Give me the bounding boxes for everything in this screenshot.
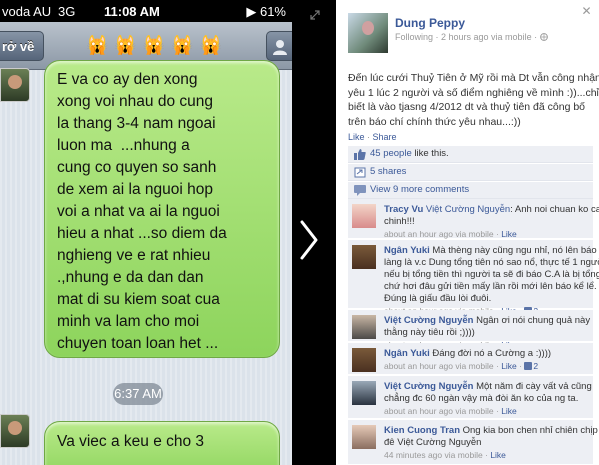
viewer-gutter (292, 0, 336, 465)
post-actions: Like · Share (348, 132, 397, 142)
comment-item: Tracy Vu Việt Cường Nguyễn: Anh noi chua… (348, 199, 599, 241)
phone-status-bar: voda AU 3G 11:08 AM ▶ 61% (0, 0, 292, 22)
likes-summary-row: 45 people like this. (348, 146, 593, 163)
commenter-name[interactable]: Việt Cường Nguyễn (384, 315, 473, 326)
post-caption: Đến lúc cưới Thuỷ Tiên ở Mỹ rồi mà Dt vẫ… (348, 72, 599, 128)
share-link[interactable]: Share (373, 132, 397, 142)
photo-info-panel: ✕ Dung Peppy Following · 2 hours ago via… (336, 0, 599, 465)
carrier-label: voda AU (2, 4, 52, 19)
comment-body: Ngân Yuki Đáng đời nó a Cường a :)))) ab… (384, 348, 589, 373)
message-bubble: E va co ay den xong xong voi nhau do cun… (44, 60, 280, 358)
commenter-name[interactable]: Ngân Yuki (384, 348, 430, 359)
conversation-title: 🙀🙀🙀🙀🙀 (86, 35, 229, 55)
commenter-avatar[interactable] (352, 348, 376, 372)
back-button[interactable]: rở về (0, 31, 44, 61)
comment-meta: 44 minutes ago via mobile · Like (384, 450, 506, 460)
shares-link[interactable]: 5 shares (370, 166, 406, 177)
comment-item: Việt Cường Nguyễn Một năm đi cày vất vả … (348, 376, 593, 419)
close-icon[interactable]: ✕ (580, 5, 593, 18)
commenter-name[interactable]: Việt Cường Nguyễn (384, 381, 473, 392)
comment-item: Việt Cường Nguyễn Ngân ơi nói chung quả … (348, 310, 593, 350)
comment-like-link[interactable]: Like (501, 361, 517, 371)
comment-body: Kien Cuong Tran Ong kia bon chen nhỉ chi… (384, 425, 598, 462)
post-meta: Following · 2 hours ago via mobile · (395, 32, 548, 42)
tagged-user[interactable]: Việt Cường Nguyễn (423, 204, 510, 215)
clock-label: 11:08 AM (104, 4, 160, 19)
sender-avatar (0, 414, 30, 448)
comment-meta: about an hour ago via mobile · Like (384, 229, 517, 239)
audience-globe-icon (539, 33, 548, 41)
person-icon (273, 40, 287, 55)
like-link[interactable]: Like (348, 132, 365, 142)
comment-item: Ngân Yuki Mà thèng này cũng ngu nhỉ, nó … (348, 240, 599, 316)
comment-meta: about an hour ago via mobile · Like (384, 406, 517, 416)
photo-phone-screenshot[interactable]: voda AU 3G 11:08 AM ▶ 61% rở về 🙀🙀🙀🙀🙀 E … (0, 0, 292, 465)
sender-avatar (0, 68, 30, 102)
contact-button[interactable] (266, 31, 292, 61)
network-label: 3G (58, 4, 76, 19)
commenter-name[interactable]: Tracy Vu (384, 204, 423, 215)
comment-time: 44 minutes ago via mobile · (384, 450, 491, 460)
comment-time: about an hour ago via mobile · (384, 361, 502, 371)
comment-time: about an hour ago via mobile · (384, 406, 502, 416)
comment-like-link[interactable]: Like (501, 229, 517, 239)
view-more-comments-link[interactable]: View 9 more comments (370, 184, 469, 195)
commenter-avatar[interactable] (352, 381, 376, 405)
commenter-avatar[interactable] (352, 425, 376, 449)
next-photo-arrow-icon[interactable] (296, 218, 322, 262)
commenter-avatar[interactable] (352, 315, 376, 339)
comment-time: about an hour ago via mobile · (384, 229, 502, 239)
commenter-avatar[interactable] (352, 245, 376, 269)
shares-summary-row: 5 shares (348, 164, 593, 181)
photo-viewer: voda AU 3G 11:08 AM ▶ 61% rở về 🙀🙀🙀🙀🙀 E … (0, 0, 599, 465)
comment-meta: about an hour ago via mobile · Like · 2 (384, 361, 539, 371)
comment-like-link[interactable]: Like (490, 450, 506, 460)
comment-item: Ngân Yuki Đáng đời nó a Cường a :)))) ab… (348, 343, 593, 375)
comment-like-link[interactable]: Like (501, 406, 517, 416)
likes-count-link[interactable]: 45 people (370, 148, 412, 159)
like-count-icon (524, 362, 533, 370)
comment-icon (354, 185, 366, 196)
commenter-name[interactable]: Kien Cuong Tran (384, 425, 460, 436)
comment-item: Kien Cuong Tran Ong kia bon chen nhỉ chi… (348, 420, 598, 465)
view-more-row: View 9 more comments (348, 182, 593, 199)
chat-area: E va co ay den xong xong voi nhau do cun… (0, 60, 292, 465)
post-meta-text: Following · 2 hours ago via mobile · (395, 32, 540, 42)
separator-dot: · (364, 132, 373, 142)
comment-like-count[interactable]: 2 (533, 361, 538, 371)
message-timestamp: 6:37 AM (113, 383, 163, 405)
comment-body: Tracy Vu Việt Cường Nguyễn: Anh noi chua… (384, 204, 599, 241)
owner-avatar[interactable] (348, 13, 388, 53)
commenter-avatar[interactable] (352, 204, 376, 228)
comment-text: Đáng đời nó a Cường a :)))) (429, 348, 552, 359)
share-icon (354, 167, 366, 178)
message-bubble: Va viec a keu e cho 3 (44, 421, 280, 465)
comment-body: Việt Cường Nguyễn Một năm đi cày vất vả … (384, 381, 592, 418)
comment-body: Ngân Yuki Mà thèng này cũng ngu nhỉ, nó … (384, 245, 599, 318)
battery-label: ▶ 61% (246, 4, 286, 19)
owner-name-link[interactable]: Dung Peppy (395, 16, 465, 30)
expand-icon[interactable] (310, 10, 320, 20)
commenter-name[interactable]: Ngân Yuki (384, 245, 430, 256)
thumbs-up-icon (354, 149, 366, 160)
likes-suffix: like this. (411, 148, 449, 159)
